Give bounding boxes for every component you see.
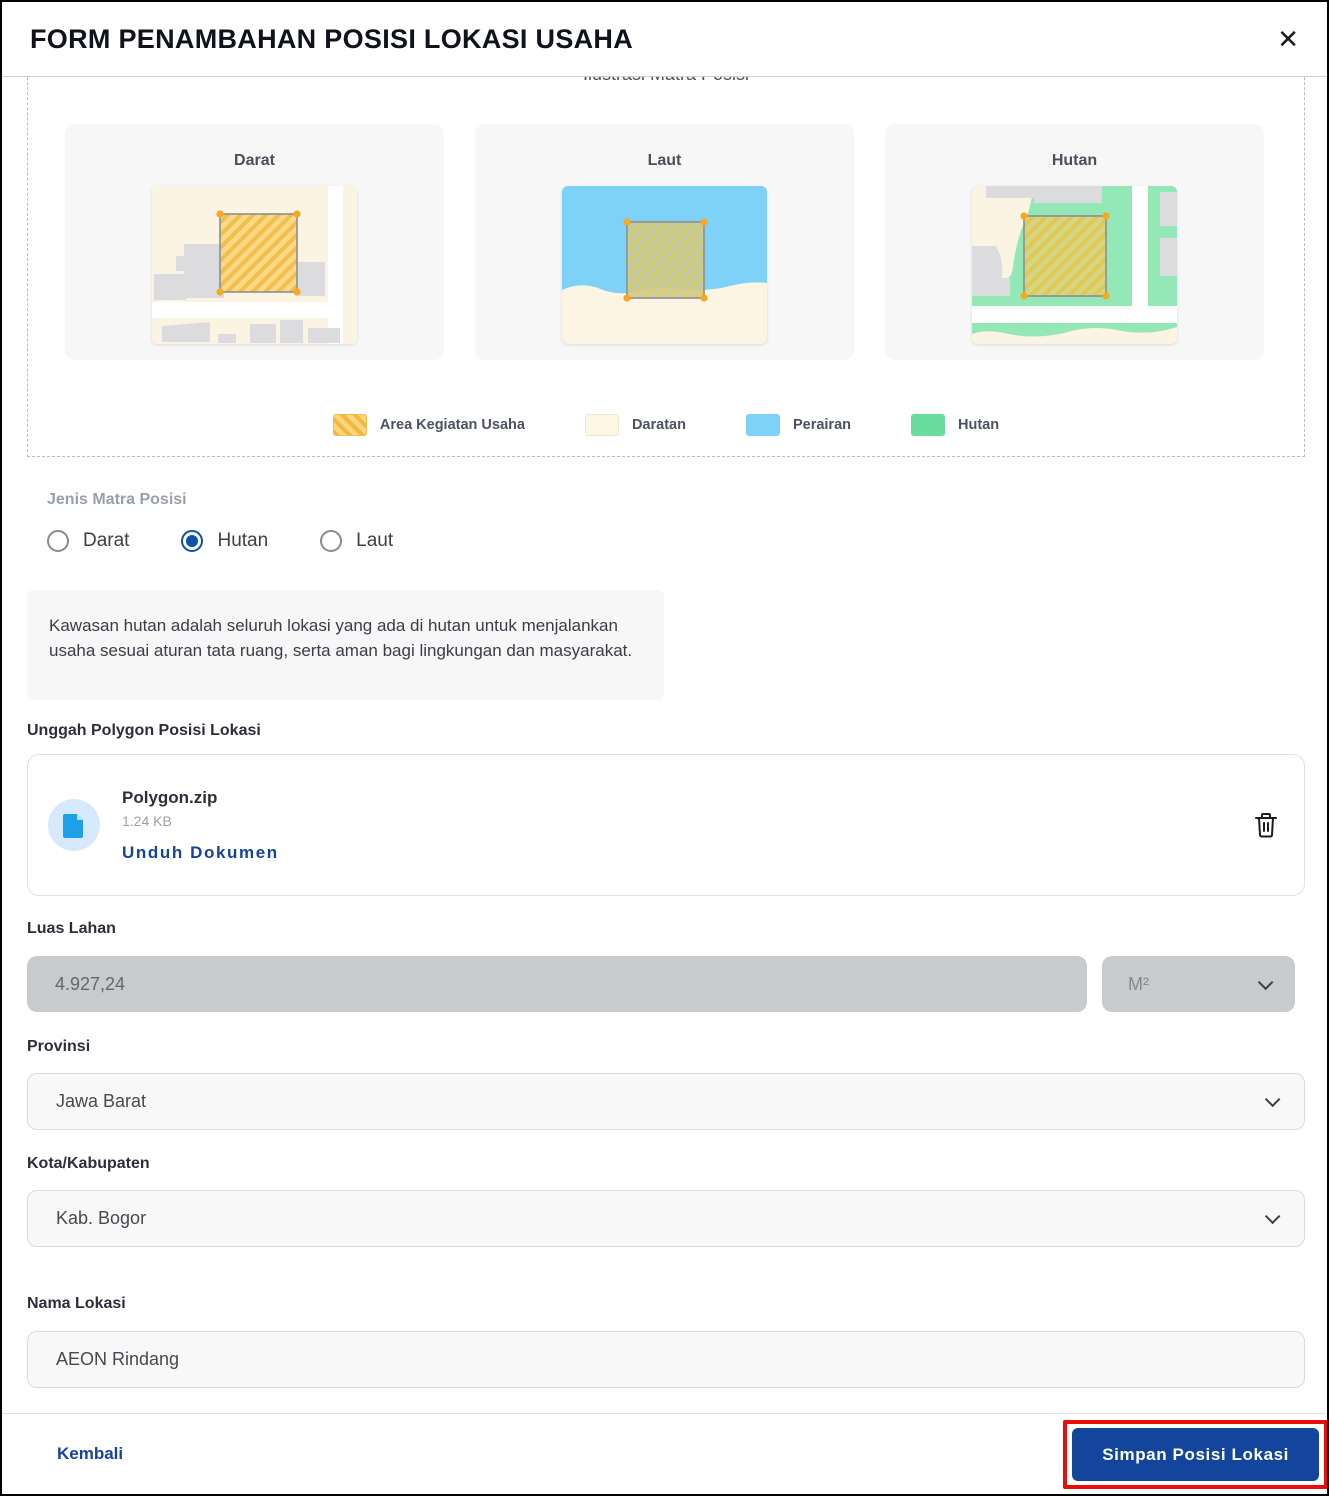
back-link[interactable]: Kembali [57,1444,123,1464]
kota-select-value: Kab. Bogor [56,1208,147,1228]
card-title-hutan: Hutan [1051,152,1098,169]
matra-description: Kawasan hutan adalah seluruh lokasi yang… [27,590,664,700]
legend-swatch-area-usaha [332,414,367,436]
nama-lokasi-label: Nama Lokasi [27,1295,126,1312]
modal-footer: Kembali Simpan Posisi Lokasi [2,1413,1327,1494]
modal-header: FORM PENAMBAHAN POSISI LOKASI USAHA ✕ [2,2,1327,77]
illustration-card-darat: Darat [65,124,444,360]
radio-label: Darat [83,530,130,551]
radio-label: Laut [356,530,394,551]
nama-lokasi-input[interactable]: AEON Rindang [27,1331,1305,1388]
map-hutan-image [972,186,1177,344]
provinsi-select[interactable]: Jawa Barat [27,1073,1305,1130]
card-title-darat: Darat [234,152,275,169]
unit-select-value: M² [1128,973,1149,994]
chevron-down-icon [1264,1208,1281,1225]
close-icon[interactable]: ✕ [1277,26,1299,52]
luas-lahan-label: Luas Lahan [27,920,116,937]
legend-item-area-usaha: Area Kegiatan Usaha [332,414,525,436]
legend-label: Area Kegiatan Usaha [379,417,525,433]
legend-swatch-daratan [584,414,619,436]
legend-swatch-hutan [911,414,945,436]
annotation-highlight-box: Simpan Posisi Lokasi [1063,1420,1327,1489]
unit-select[interactable]: M² [1102,956,1295,1012]
illustration-cards: Darat Laut Hutan [65,124,1264,360]
save-position-button[interactable]: Simpan Posisi Lokasi [1072,1428,1319,1481]
uploaded-file-card: Polygon.zip 1.24 KB Unduh Dokumen [27,754,1305,896]
download-document-link[interactable]: Unduh Dokumen [122,843,279,863]
file-meta: Polygon.zip 1.24 KB Unduh Dokumen [122,788,279,863]
file-size: 1.24 KB [122,812,172,829]
provinsi-select-value: Jawa Barat [56,1091,147,1111]
legend-swatch-perairan [745,414,780,436]
radio-darat[interactable]: Darat [47,530,129,552]
legend-item-perairan: Perairan [745,414,851,436]
legend-item-daratan: Daratan [584,414,686,436]
chevron-down-icon [1257,974,1274,990]
upload-section-label: Unggah Polygon Posisi Lokasi [27,722,261,739]
illustration-panel: Ilustrasi Matra Posisi Darat [27,42,1305,457]
radio-icon[interactable] [181,530,204,552]
map-legend: Area Kegiatan Usaha Daratan Perairan Hut… [28,414,1304,436]
file-icon [48,799,100,851]
radio-icon[interactable] [320,530,343,552]
card-title-laut: Laut [647,152,682,169]
luas-lahan-input: 4.927,24 [27,956,1087,1012]
map-darat-image [152,186,357,344]
file-name: Polygon.zip [122,787,218,807]
radio-icon[interactable] [47,530,69,552]
provinsi-label: Provinsi [27,1038,91,1055]
legend-item-hutan: Hutan [911,414,999,436]
radio-hutan[interactable]: Hutan [181,530,268,552]
chevron-down-icon [1264,1091,1281,1108]
kota-label: Kota/Kabupaten [27,1155,150,1172]
nama-lokasi-value: AEON Rindang [56,1349,180,1369]
illustration-card-laut: Laut [475,124,854,360]
modal-title: FORM PENAMBAHAN POSISI LOKASI USAHA [30,23,634,54]
legend-label: Perairan [792,417,851,433]
matra-radio-group: Darat Hutan Laut [47,530,393,552]
kota-select[interactable]: Kab. Bogor [27,1190,1305,1247]
delete-file-button[interactable] [1254,812,1278,838]
radio-laut[interactable]: Laut [320,530,393,552]
illustration-card-hutan: Hutan [885,124,1264,360]
modal-form-penambahan-posisi: FORM PENAMBAHAN POSISI LOKASI USAHA ✕ Il… [0,0,1329,1496]
matra-group-label: Jenis Matra Posisi [47,491,187,508]
legend-label: Daratan [631,417,686,433]
map-laut-image [562,186,767,344]
legend-label: Hutan [958,417,1000,433]
trash-icon [1255,813,1277,838]
radio-label: Hutan [217,530,269,551]
